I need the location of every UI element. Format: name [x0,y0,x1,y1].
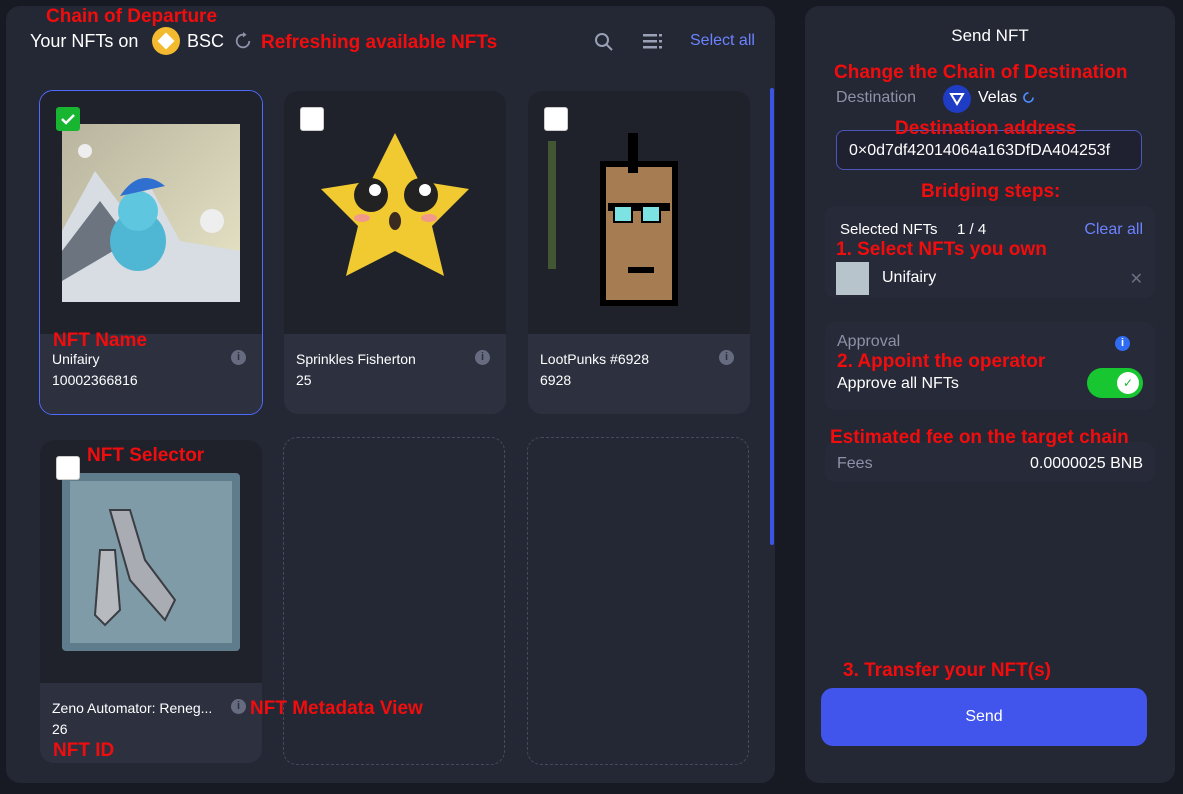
fees-label: Fees [837,455,873,472]
search-icon[interactable] [594,32,614,52]
bsc-chain-icon [152,27,180,55]
nft-gallery-panel: Your NFTs on BSC Select all Unifairy 100… [6,6,775,783]
annotation: 3. Transfer your NFT(s) [843,660,1051,681]
nft-id: 6928 [540,372,572,388]
clear-all-button[interactable]: Clear all [1084,221,1143,239]
send-button[interactable]: Send [821,688,1147,746]
fees-value: 0.0000025 BNB [1030,455,1143,472]
annotation: Chain of Departure [46,6,218,27]
nft-selector-checkbox[interactable] [300,107,324,131]
nft-id: 25 [296,372,312,388]
nft-card[interactable]: LootPunks #6928 6928 i [528,91,750,414]
selected-nft-name: Unifairy [882,269,937,286]
departure-chain-label[interactable]: BSC [187,31,224,52]
destination-label: Destination [836,89,917,106]
destination-chain[interactable]: Velas [978,89,1017,107]
approve-toggle[interactable]: ✓ [1087,368,1143,398]
nft-id: 10002366816 [52,372,138,388]
check-icon: ✓ [1117,372,1139,394]
nft-card[interactable]: Sprinkles Fisherton 25 i [284,91,506,414]
annotation: Bridging steps: [921,181,1061,202]
info-icon[interactable]: i [475,350,490,365]
refresh-icon[interactable] [234,32,252,50]
scrollbar[interactable] [770,88,774,545]
nft-name: Sprinkles Fisherton [296,351,416,367]
info-icon[interactable]: i [1115,336,1130,351]
nft-info: LootPunks #6928 6928 i [528,334,750,414]
nft-selector-checkbox[interactable] [544,107,568,131]
empty-slot [527,437,749,765]
selected-count: 1 / 4 [957,221,987,238]
remove-icon[interactable]: ✕ [1130,269,1143,289]
nft-id: 26 [52,721,68,737]
annotation: Destination address [895,118,1077,139]
info-icon[interactable]: i [231,699,246,714]
annotation: 2. Appoint the operator [837,351,1046,372]
annotation: Change the Chain of Destination [834,62,1128,83]
send-panel-title: Send NFT [951,26,1029,45]
nft-info: Sprinkles Fisherton 25 i [284,334,506,414]
approval-label: Approval [837,333,901,350]
select-all-button[interactable]: Select all [690,32,755,50]
list-view-icon[interactable] [643,33,663,51]
approve-all-label: Approve all NFTs [837,375,959,392]
gallery-title: Your NFTs on [30,31,139,51]
annotation: 1. Select NFTs you own [836,239,1047,260]
change-chain-icon[interactable] [1022,91,1035,104]
annotation: NFT ID [53,740,115,761]
velas-chain-icon [943,85,971,113]
nft-selector-checkbox[interactable] [56,456,80,480]
info-icon[interactable]: i [231,350,246,365]
annotation: NFT Selector [87,445,205,466]
nft-card[interactable]: Zeno Automator: Reneg... 26 i [40,440,262,763]
nft-card[interactable]: Unifairy 10002366816 i [39,90,263,415]
annotation: Refreshing available NFTs [261,32,498,53]
selected-nfts-label: Selected NFTs [840,221,938,238]
nft-name: Zeno Automator: Reneg... [52,700,213,716]
nft-name: LootPunks #6928 [540,351,649,367]
annotation: NFT Metadata View [250,698,423,719]
annotation: Estimated fee on the target chain [830,427,1129,448]
info-icon[interactable]: i [719,350,734,365]
nft-name: Unifairy [52,351,100,367]
annotation: NFT Name [53,330,147,351]
selected-nft-thumbnail [836,262,869,295]
nft-selector-checkbox[interactable] [56,107,80,131]
